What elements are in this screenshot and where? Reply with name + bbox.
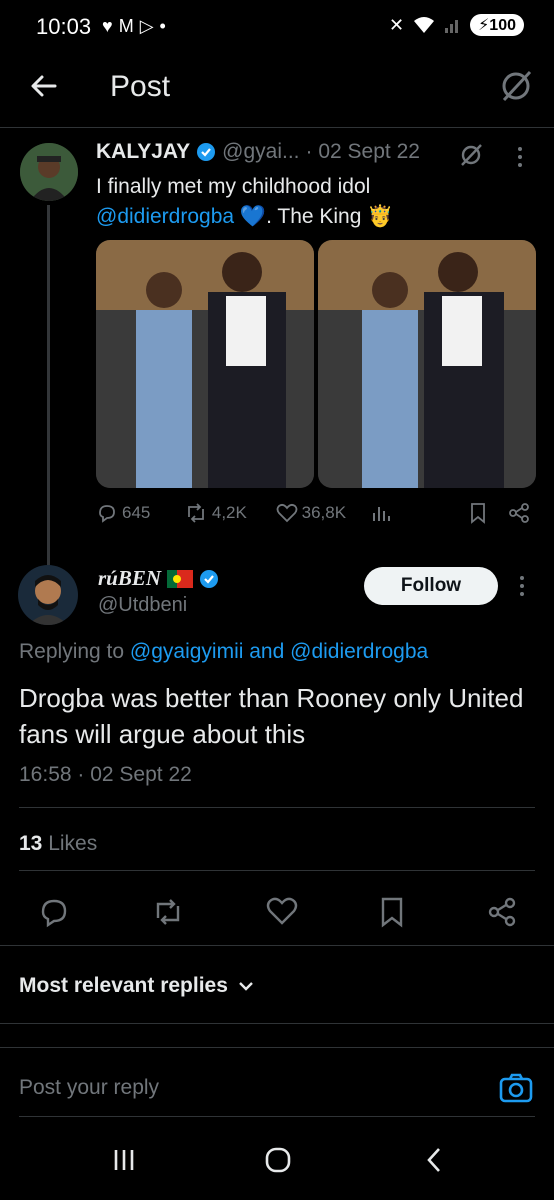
signal-icon bbox=[444, 16, 462, 34]
blue-heart-icon: 💙 bbox=[239, 205, 267, 228]
reply-verified-badge-icon bbox=[199, 569, 219, 589]
reply-timestamp: 16:58 · 02 Sept 22 bbox=[19, 763, 192, 786]
reply-count: 645 bbox=[122, 503, 151, 522]
replying-users-link[interactable]: @gyaigyimii and @didierdrogba bbox=[130, 640, 428, 663]
views-action[interactable] bbox=[371, 503, 469, 523]
camera-icon[interactable] bbox=[498, 1072, 534, 1104]
recent-apps-icon[interactable] bbox=[112, 1146, 136, 1174]
mention-link[interactable]: @didierdrogba bbox=[96, 205, 234, 228]
composer-top-divider bbox=[0, 1047, 554, 1048]
reply-share-icon[interactable] bbox=[486, 896, 518, 928]
reply-like-icon[interactable] bbox=[266, 896, 298, 928]
notification-icons: ♥ M ▷ • bbox=[102, 16, 166, 37]
back-icon[interactable] bbox=[424, 1146, 444, 1174]
reply-display-name[interactable]: rúBEN bbox=[98, 566, 161, 591]
timestamp-divider bbox=[19, 807, 535, 808]
reply-bookmark-icon[interactable] bbox=[379, 896, 405, 928]
reply-composer-input[interactable]: Post your reply bbox=[19, 1076, 159, 1100]
reply-avatar[interactable] bbox=[18, 565, 78, 625]
reply-author[interactable]: rúBEN bbox=[98, 566, 219, 591]
reply-repost-icon[interactable] bbox=[151, 896, 185, 928]
actions-divider bbox=[0, 945, 554, 946]
parent-avatar[interactable] bbox=[20, 143, 78, 201]
parent-text: I finally met my childhood idol @didierd… bbox=[96, 172, 516, 232]
replying-prefix: Replying to bbox=[19, 640, 130, 663]
repost-action[interactable]: 4,2K bbox=[184, 502, 276, 524]
heart-outline-icon bbox=[276, 503, 298, 523]
reply-actions bbox=[38, 896, 518, 928]
crown-person-icon: 🤴 bbox=[367, 205, 394, 228]
mute-icon: ✕ bbox=[388, 14, 405, 35]
post-photo-1[interactable] bbox=[96, 240, 314, 488]
like-count: 36,8K bbox=[301, 503, 347, 522]
parent-date: · 02 Sept 22 bbox=[305, 140, 420, 163]
bookmark-action[interactable] bbox=[469, 502, 508, 524]
repost-count: 4,2K bbox=[211, 503, 247, 522]
reply-more-icon[interactable] bbox=[518, 575, 526, 597]
reply-handle[interactable]: @Utdbeni bbox=[98, 594, 187, 617]
portugal-flag-icon bbox=[167, 569, 194, 588]
heart-icon: ♥ bbox=[102, 16, 113, 36]
filter-divider bbox=[0, 1023, 554, 1024]
thread-line bbox=[47, 205, 50, 565]
status-time: 10:03 bbox=[36, 14, 92, 39]
likes-count: 13 bbox=[19, 832, 43, 855]
verified-badge-icon bbox=[196, 142, 216, 162]
likes-summary[interactable]: 13 Likes bbox=[19, 832, 97, 856]
repost-icon bbox=[187, 503, 204, 523]
header-divider bbox=[0, 127, 554, 128]
gmail-icon: M bbox=[118, 16, 134, 36]
parent-text-line1: I finally met my childhood idol bbox=[96, 175, 371, 198]
grok-icon[interactable] bbox=[498, 68, 534, 104]
parent-text-rest: . The King bbox=[266, 205, 368, 228]
like-action[interactable]: 36,8K bbox=[276, 503, 372, 523]
back-arrow-icon[interactable] bbox=[28, 70, 60, 102]
page-title: Post bbox=[110, 70, 171, 103]
reply-text: Drogba was better than Rooney only Unite… bbox=[19, 683, 524, 749]
bookmark-icon bbox=[471, 503, 485, 524]
parent-grok-icon[interactable] bbox=[458, 142, 484, 168]
reply-icon bbox=[99, 505, 115, 523]
views-icon bbox=[373, 507, 391, 521]
replying-to: Replying to @gyaigyimii and @didierdrogb… bbox=[19, 640, 428, 664]
parent-display-name[interactable]: KALYJAY bbox=[96, 140, 190, 164]
play-icon: ▷ bbox=[139, 16, 154, 36]
parent-actions: 645 4,2K 36,8K bbox=[96, 502, 530, 524]
parent-author[interactable]: KALYJAY @gyai... · 02 Sept 22 bbox=[96, 140, 420, 164]
replies-filter[interactable]: Most relevant replies bbox=[19, 974, 254, 998]
wifi-icon bbox=[412, 15, 436, 35]
share-icon bbox=[509, 503, 529, 523]
parent-more-icon[interactable] bbox=[516, 146, 524, 168]
battery-indicator: ⚡100 bbox=[470, 14, 524, 36]
follow-button[interactable]: Follow bbox=[364, 567, 498, 605]
post-photo-2[interactable] bbox=[318, 240, 536, 488]
share-action[interactable] bbox=[508, 502, 530, 524]
home-icon[interactable] bbox=[264, 1146, 292, 1174]
parent-handle[interactable]: @gyai... bbox=[222, 140, 299, 164]
system-icons: ✕ ⚡100 bbox=[389, 14, 524, 36]
dot-icon: • bbox=[159, 16, 166, 36]
replies-filter-label: Most relevant replies bbox=[19, 974, 228, 997]
reply-action[interactable]: 645 bbox=[96, 502, 184, 524]
likes-divider bbox=[19, 870, 535, 871]
chevron-down-icon bbox=[238, 981, 254, 991]
likes-label: Likes bbox=[42, 832, 98, 855]
composer-divider bbox=[19, 1116, 535, 1117]
reply-comment-icon[interactable] bbox=[38, 896, 70, 928]
